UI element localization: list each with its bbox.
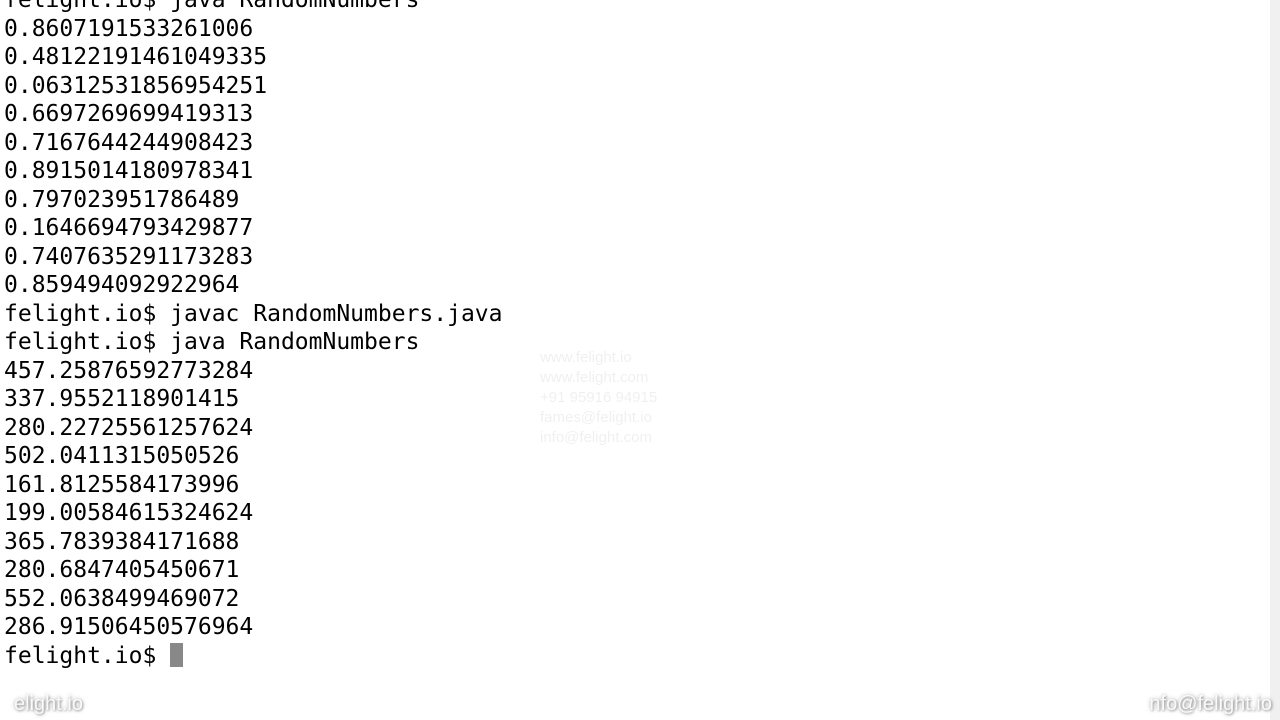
line-text: 0.8915014180978341 xyxy=(4,158,253,184)
footer-right: nfo@felight.io xyxy=(1149,690,1272,719)
output-line: felight.io$ java RandomNumbers xyxy=(4,328,1280,357)
output-line: 280.6847405450671 xyxy=(4,556,1280,585)
output-line: 280.22725561257624 xyxy=(4,414,1280,443)
output-line: 457.25876592773284 xyxy=(4,357,1280,386)
output-line: 0.797023951786489 xyxy=(4,186,1280,215)
line-text: 0.1646694793429877 xyxy=(4,215,253,241)
line-text: 0.6697269699419313 xyxy=(4,101,253,127)
output-line: 0.859494092922964 xyxy=(4,271,1280,300)
line-text: 0.06312531856954251 xyxy=(4,73,267,99)
output-line: 0.6697269699419313 xyxy=(4,100,1280,129)
output-line: 0.48122191461049335 xyxy=(4,43,1280,72)
prompt-line: felight.io$ xyxy=(4,642,1280,671)
line-text: 0.8607191533261006 xyxy=(4,16,253,42)
output-line: 0.8915014180978341 xyxy=(4,157,1280,186)
line-text: 0.48122191461049335 xyxy=(4,44,267,70)
footer-left: elight.io xyxy=(14,690,83,719)
line-text: 280.22725561257624 xyxy=(4,415,253,441)
line-text: felight.io$ javac RandomNumbers.java xyxy=(4,301,503,327)
output-line: 161.8125584173996 xyxy=(4,471,1280,500)
line-text: felight.io$ java RandomNumbers xyxy=(4,329,419,355)
line-text: 280.6847405450671 xyxy=(4,557,239,583)
line-text: 502.0411315050526 xyxy=(4,443,239,469)
output-line: 0.06312531856954251 xyxy=(4,72,1280,101)
output-line: 337.9552118901415 xyxy=(4,385,1280,414)
line-text: felight.io$ xyxy=(4,643,170,669)
line-text: 0.797023951786489 xyxy=(4,187,239,213)
line-text: 552.0638499469072 xyxy=(4,586,239,612)
output-line: 0.1646694793429877 xyxy=(4,214,1280,243)
output-line: 0.8607191533261006 xyxy=(4,15,1280,44)
line-text: 337.9552118901415 xyxy=(4,386,239,412)
output-line: 286.91506450576964 xyxy=(4,613,1280,642)
terminal-output[interactable]: felight.io$ java RandomNumbers 0.86071915… xyxy=(4,0,1280,670)
output-line: 552.0638499469072 xyxy=(4,585,1280,614)
line-text: 0.7167644244908423 xyxy=(4,130,253,156)
output-line: 0.7407635291173283 xyxy=(4,243,1280,272)
line-text: 365.7839384171688 xyxy=(4,529,239,555)
output-line: felight.io$ javac RandomNumbers.java xyxy=(4,300,1280,329)
output-line: 502.0411315050526 xyxy=(4,442,1280,471)
line-text: 161.8125584173996 xyxy=(4,472,239,498)
line-text: 457.25876592773284 xyxy=(4,358,253,384)
output-line: felight.io$ java RandomNumbers xyxy=(4,0,1280,15)
line-text: 0.859494092922964 xyxy=(4,272,239,298)
output-line: 0.7167644244908423 xyxy=(4,129,1280,158)
line-text: 199.00584615324624 xyxy=(4,500,253,526)
line-text: felight.io$ java RandomNumbers xyxy=(4,0,419,13)
cursor xyxy=(170,643,183,667)
line-text: 0.7407635291173283 xyxy=(4,244,253,270)
line-text: 286.91506450576964 xyxy=(4,614,253,640)
output-line: 199.00584615324624 xyxy=(4,499,1280,528)
output-line: 365.7839384171688 xyxy=(4,528,1280,557)
